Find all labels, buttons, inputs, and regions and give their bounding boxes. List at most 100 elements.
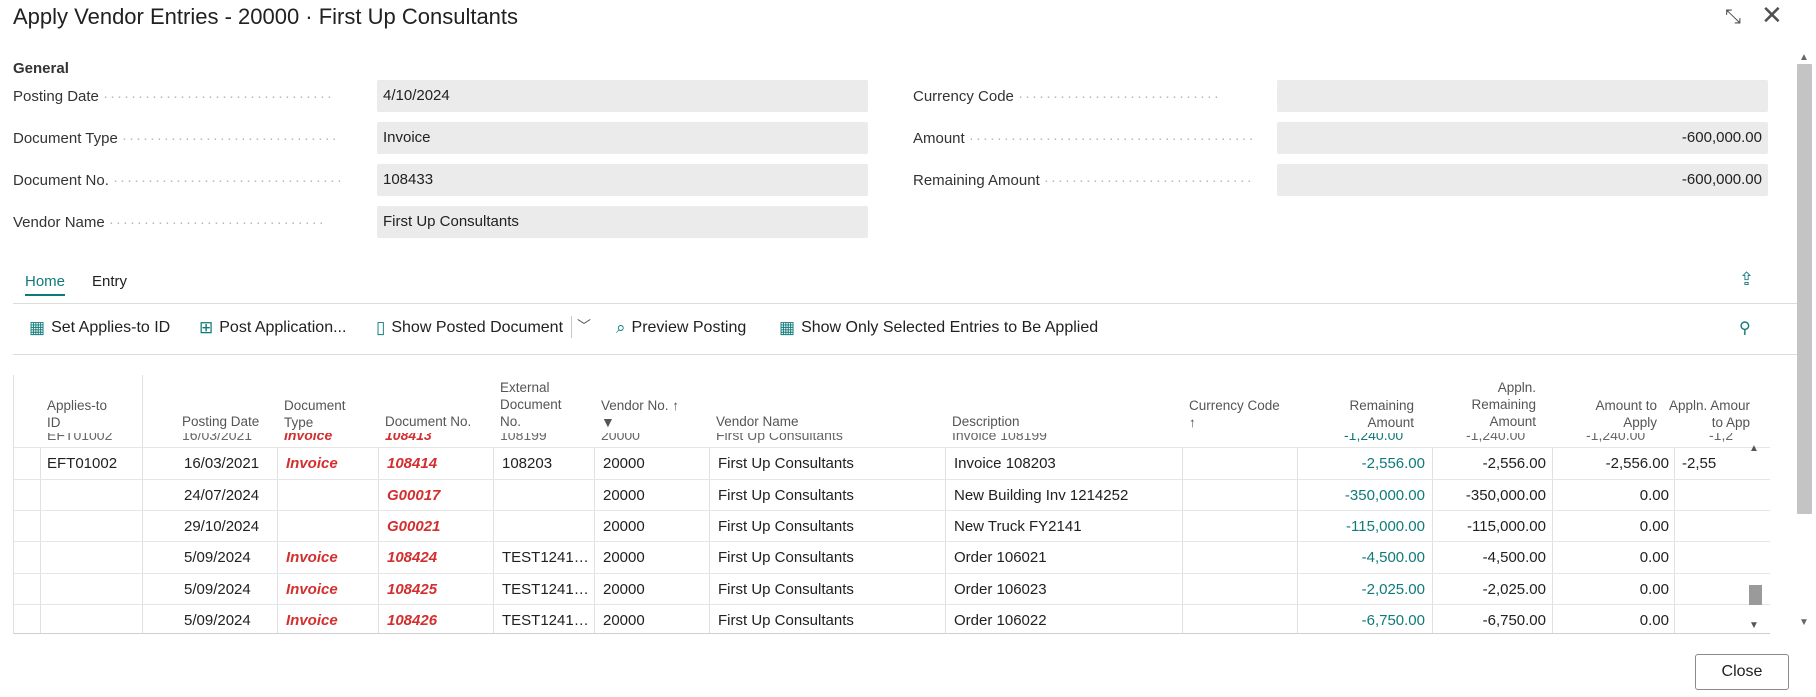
col-header-vendor-name[interactable]: Vendor Name — [716, 413, 876, 430]
col-header-posting-date[interactable]: Posting Date — [182, 413, 277, 430]
filter-icon[interactable]: ▼ — [601, 414, 701, 431]
share-icon[interactable]: ⇪ — [1739, 269, 1754, 290]
cell-external-document-no[interactable]: TEST124152 — [502, 549, 590, 566]
cell-description[interactable]: Order 106022 — [954, 612, 1176, 629]
cell-document-no[interactable]: 108414 — [387, 455, 487, 472]
document-type-field[interactable]: Invoice — [377, 122, 868, 154]
cell-amount-to-apply[interactable]: -2,556.00 — [1559, 455, 1669, 472]
col-header-document-type[interactable]: Document Type — [284, 397, 374, 431]
table-row[interactable]: 5/09/2024 Invoice 108425 TEST12415... 20… — [14, 573, 1770, 604]
vendor-name-field[interactable]: First Up Consultants — [377, 206, 868, 238]
cell-appln-remaining-amount[interactable]: -6,750.00 — [1439, 612, 1546, 629]
col-header-appln-amount-to-apply[interactable]: Appln. Amour to App — [1664, 397, 1750, 431]
pin-icon[interactable]: ⚲ — [1739, 318, 1751, 338]
cell-description[interactable]: Order 106021 — [954, 549, 1176, 566]
grid-scroll-down-icon[interactable]: ▼ — [1749, 620, 1759, 631]
preview-posting-button[interactable]: ⌕ Preview Posting — [616, 318, 746, 338]
cell-document-no[interactable]: G00017 — [387, 487, 487, 504]
show-posted-document-button[interactable]: ▯ Show Posted Document — [376, 318, 563, 338]
cell-document-no[interactable]: G00021 — [387, 518, 487, 535]
remaining-amount-field[interactable]: -600,000.00 — [1277, 164, 1768, 196]
cell-vendor-name[interactable]: First Up Consultants — [718, 549, 938, 566]
table-row[interactable]: 29/10/2024 G00021 20000 First Up Consult… — [14, 510, 1770, 541]
grid-scroll-up-icon[interactable]: ▲ — [1749, 443, 1759, 454]
cell-remaining-amount[interactable]: -2,556.00 — [1304, 455, 1425, 472]
cell-amount-to-apply[interactable]: 0.00 — [1559, 518, 1669, 535]
cell-posting-date[interactable]: 5/09/2024 — [184, 581, 274, 598]
cell-vendor-name[interactable]: First Up Consultants — [718, 518, 938, 535]
page-scrollbar-thumb[interactable] — [1797, 64, 1812, 514]
cell-vendor-no[interactable]: 20000 — [603, 581, 703, 598]
cell-external-document-no[interactable]: TEST12415... — [502, 581, 590, 598]
cell-amount-to-apply[interactable]: 0.00 — [1559, 487, 1669, 504]
cell-remaining-amount[interactable]: -6,750.00 — [1304, 612, 1425, 629]
col-header-applies-to-id[interactable]: Applies-to ID — [47, 397, 142, 431]
cell-vendor-name[interactable]: First Up Consultants — [718, 581, 938, 598]
cell-posting-date[interactable]: 5/09/2024 — [184, 612, 274, 629]
cell-description[interactable]: New Truck FY2141 — [954, 518, 1176, 535]
page-scroll-up-icon[interactable]: ▲ — [1799, 52, 1809, 63]
cell-remaining-amount[interactable]: -4,500.00 — [1304, 549, 1425, 566]
cell-vendor-name[interactable]: First Up Consultants — [718, 612, 938, 629]
tab-entry[interactable]: Entry — [92, 273, 127, 290]
cell-amount-to-apply[interactable]: 0.00 — [1559, 581, 1669, 598]
cell-external-document-no[interactable]: TEST12415... — [502, 612, 590, 629]
col-header-appln-remaining-amount[interactable]: Appln. Remaining Amount — [1434, 379, 1536, 430]
cell-appln-remaining-amount[interactable]: -4,500.00 — [1439, 549, 1546, 566]
cell-vendor-no[interactable]: 20000 — [603, 612, 703, 629]
cell-posting-date[interactable]: 29/10/2024 — [184, 518, 274, 535]
cell-description[interactable]: Invoice 108203 — [954, 455, 1176, 472]
chevron-down-icon[interactable]: ﹀ — [577, 316, 591, 336]
col-header-external-document-no[interactable]: External Document No. — [500, 379, 590, 430]
cell-remaining-amount[interactable]: -115,000.00 — [1304, 518, 1425, 535]
cell-document-no[interactable]: 108425 — [387, 581, 487, 598]
cell-document-type[interactable]: Invoice — [286, 455, 374, 472]
cell-appln-remaining-amount[interactable]: -2,025.00 — [1439, 581, 1546, 598]
amount-field[interactable]: -600,000.00 — [1277, 122, 1768, 154]
cell-appln-amount-to-apply[interactable]: -2,55 — [1682, 455, 1760, 472]
cell-document-no[interactable]: 108426 — [387, 612, 487, 629]
table-row[interactable]: 5/09/2024 Invoice 108426 TEST12415... 20… — [14, 604, 1770, 633]
cell-amount-to-apply[interactable]: 0.00 — [1559, 549, 1669, 566]
cell-vendor-no[interactable]: 20000 — [603, 487, 703, 504]
cell-applies-to-id[interactable]: EFT01002 — [47, 455, 137, 472]
cell-external-document-no[interactable]: 108203 — [502, 455, 590, 472]
cell-vendor-name[interactable]: First Up Consultants — [718, 487, 938, 504]
cell-appln-remaining-amount[interactable]: -2,556.00 — [1439, 455, 1546, 472]
col-header-amount-to-apply[interactable]: Amount to Apply — [1549, 397, 1657, 431]
cell-document-type[interactable]: Invoice — [286, 549, 374, 566]
cell-vendor-no[interactable]: 20000 — [603, 518, 703, 535]
page-scroll-down-icon[interactable]: ▼ — [1799, 617, 1809, 628]
cell-document-type[interactable]: Invoice — [286, 612, 374, 629]
post-application-button[interactable]: ⊞ Post Application... — [199, 318, 346, 338]
show-only-selected-button[interactable]: ▦ Show Only Selected Entries to Be Applie… — [779, 318, 1098, 338]
table-row[interactable]: 5/09/2024 Invoice 108424 TEST124152 2000… — [14, 541, 1770, 573]
cell-posting-date[interactable]: 16/03/2021 — [184, 455, 274, 472]
cell-appln-remaining-amount[interactable]: -115,000.00 — [1439, 518, 1546, 535]
set-applies-to-id-button[interactable]: ▦ Set Applies-to ID — [29, 318, 170, 338]
col-header-vendor-no[interactable]: Vendor No. ↑ ▼ — [601, 397, 701, 431]
cell-remaining-amount[interactable]: -2,025.00 — [1304, 581, 1425, 598]
cell-document-type[interactable]: Invoice — [286, 581, 374, 598]
grid-scrollbar-thumb[interactable] — [1749, 585, 1762, 605]
col-header-document-no[interactable]: Document No. — [385, 413, 495, 430]
tab-home[interactable]: Home — [25, 273, 66, 296]
close-button[interactable]: Close — [1695, 654, 1789, 690]
cell-description[interactable]: New Building Inv 1214252 — [954, 487, 1176, 504]
col-header-remaining-amount[interactable]: Remaining Amount — [1314, 397, 1414, 431]
document-no-field[interactable]: 108433 — [377, 164, 868, 196]
col-header-currency-code[interactable]: Currency Code ↑ — [1189, 397, 1299, 431]
table-row[interactable]: 24/07/2024 G00017 20000 First Up Consult… — [14, 479, 1770, 510]
cell-vendor-no[interactable]: 20000 — [603, 455, 703, 472]
cell-remaining-amount[interactable]: -350,000.00 — [1304, 487, 1425, 504]
col-header-description[interactable]: Description — [952, 413, 1112, 430]
currency-code-field[interactable] — [1277, 80, 1768, 112]
cell-posting-date[interactable]: 5/09/2024 — [184, 549, 274, 566]
cell-description[interactable]: Order 106023 — [954, 581, 1176, 598]
cell-vendor-no[interactable]: 20000 — [603, 549, 703, 566]
cell-appln-remaining-amount[interactable]: -350,000.00 — [1439, 487, 1546, 504]
posting-date-field[interactable]: 4/10/2024 — [377, 80, 868, 112]
table-row[interactable]: EFT01002 16/03/2021 Invoice 108414 10820… — [14, 447, 1770, 479]
cell-posting-date[interactable]: 24/07/2024 — [184, 487, 274, 504]
cell-vendor-name[interactable]: First Up Consultants — [718, 455, 938, 472]
